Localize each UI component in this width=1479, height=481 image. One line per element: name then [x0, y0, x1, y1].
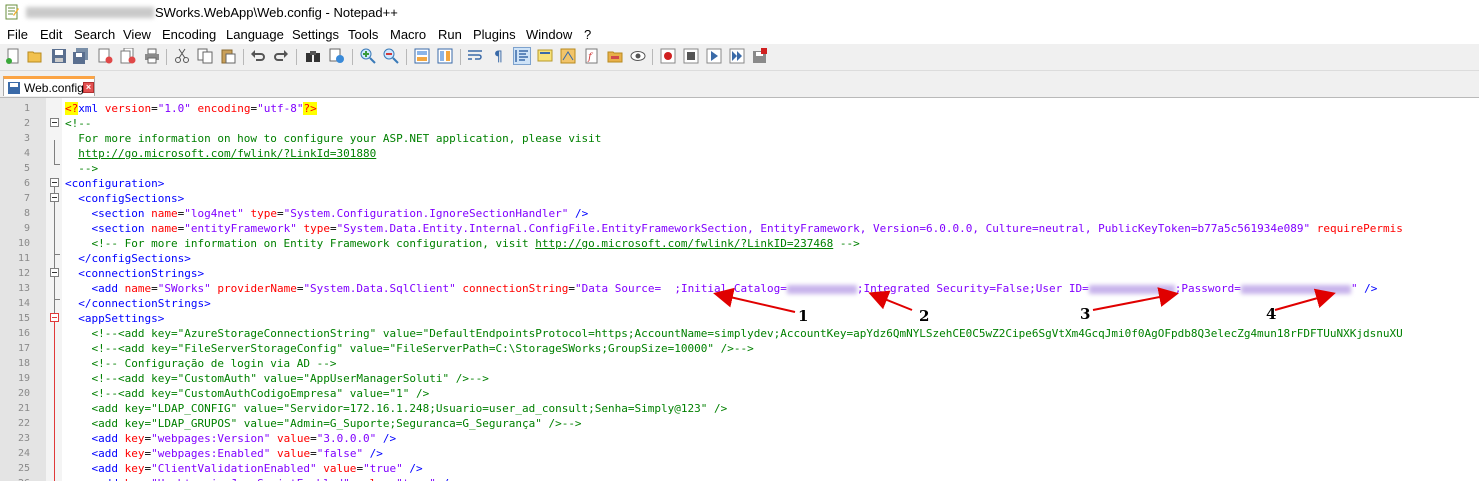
close-file-icon[interactable] — [97, 48, 113, 64]
menu-file[interactable]: File — [7, 27, 28, 42]
saved-file-icon — [8, 82, 20, 94]
window-title-path-redacted — [26, 7, 154, 18]
menu-tools[interactable]: Tools — [348, 27, 378, 42]
save-icon[interactable] — [51, 48, 67, 64]
user-defined-language-icon[interactable] — [537, 48, 553, 64]
menu-help[interactable]: ? — [584, 27, 591, 42]
open-file-icon[interactable] — [27, 48, 43, 64]
indent-guide-icon[interactable] — [513, 47, 531, 65]
sync-vertical-icon[interactable] — [414, 48, 430, 64]
window-title: SWorks.WebApp\Web.config - Notepad++ — [155, 5, 398, 20]
annotation-number-1: 1 — [798, 307, 809, 325]
find-icon[interactable] — [305, 48, 321, 64]
cut-icon[interactable] — [174, 48, 190, 64]
tab-web-config[interactable]: Web.config × — [3, 76, 95, 96]
annotation-number-2: 2 — [919, 307, 930, 325]
save-all-icon[interactable] — [73, 48, 89, 64]
playback-macro-icon[interactable] — [706, 48, 722, 64]
redo-icon[interactable] — [273, 48, 289, 64]
tab-close-icon[interactable]: × — [83, 82, 94, 93]
menu-edit[interactable]: Edit — [40, 27, 62, 42]
show-all-characters-icon[interactable]: ¶ — [490, 48, 506, 64]
menu-settings[interactable]: Settings — [292, 27, 339, 42]
toolbar-separator — [352, 49, 353, 65]
undo-icon[interactable] — [250, 48, 266, 64]
run-macro-multiple-times-icon[interactable] — [729, 48, 745, 64]
menu-search[interactable]: Search — [74, 27, 115, 42]
toolbar-separator — [296, 49, 297, 65]
sync-horizontal-icon[interactable] — [437, 48, 453, 64]
menu-run[interactable]: Run — [438, 27, 462, 42]
tab-label: Web.config — [24, 81, 84, 95]
replace-icon[interactable] — [329, 48, 345, 64]
arrow-3 — [1092, 287, 1179, 311]
menu-macro[interactable]: Macro — [390, 27, 426, 42]
new-file-icon[interactable] — [5, 48, 21, 64]
annotation-arrows — [713, 287, 1336, 313]
menu-encoding[interactable]: Encoding — [162, 27, 216, 42]
paste-icon[interactable] — [220, 48, 236, 64]
arrow-2 — [868, 290, 913, 311]
zoom-in-icon[interactable] — [360, 48, 376, 64]
folder-as-workspace-icon[interactable] — [607, 48, 623, 64]
toolbar-separator — [243, 49, 244, 65]
notepad-plus-plus-icon — [5, 4, 19, 20]
annotation-number-3: 3 — [1080, 305, 1091, 323]
menu-window[interactable]: Window — [526, 27, 572, 42]
function-list-icon[interactable]: f — [584, 48, 600, 64]
arrow-1 — [713, 287, 796, 313]
monitoring-icon[interactable] — [630, 48, 646, 64]
toolbar-separator — [652, 49, 653, 65]
zoom-out-icon[interactable] — [383, 48, 399, 64]
save-macro-icon[interactable] — [752, 48, 768, 64]
toolbar-separator — [460, 49, 461, 65]
document-map-icon[interactable] — [560, 48, 576, 64]
menu-language[interactable]: Language — [226, 27, 284, 42]
tab-bar: Web.config × — [0, 71, 1479, 98]
copy-icon[interactable] — [197, 48, 213, 64]
print-icon[interactable] — [144, 48, 160, 64]
toolbar-separator — [166, 49, 167, 65]
menu-plugins[interactable]: Plugins — [473, 27, 516, 42]
svg-text:¶: ¶ — [494, 49, 503, 64]
close-all-icon[interactable] — [120, 48, 136, 64]
menu-bar: File Edit Search View Encoding Language … — [0, 26, 1479, 44]
annotation-number-4: 4 — [1266, 305, 1277, 323]
editor-area[interactable]: 1 <?xml version="1.0" encoding="utf-8"?> 2… — [0, 98, 1479, 481]
menu-view[interactable]: View — [123, 27, 151, 42]
record-macro-icon[interactable] — [660, 48, 676, 64]
title-bar: SWorks.WebApp\Web.config - Notepad++ — [0, 0, 1479, 26]
toolbar: ¶ f — [0, 44, 1479, 71]
toolbar-separator — [406, 49, 407, 65]
arrow-4 — [1274, 288, 1336, 311]
word-wrap-icon[interactable] — [467, 48, 483, 64]
stop-recording-icon[interactable] — [683, 48, 699, 64]
